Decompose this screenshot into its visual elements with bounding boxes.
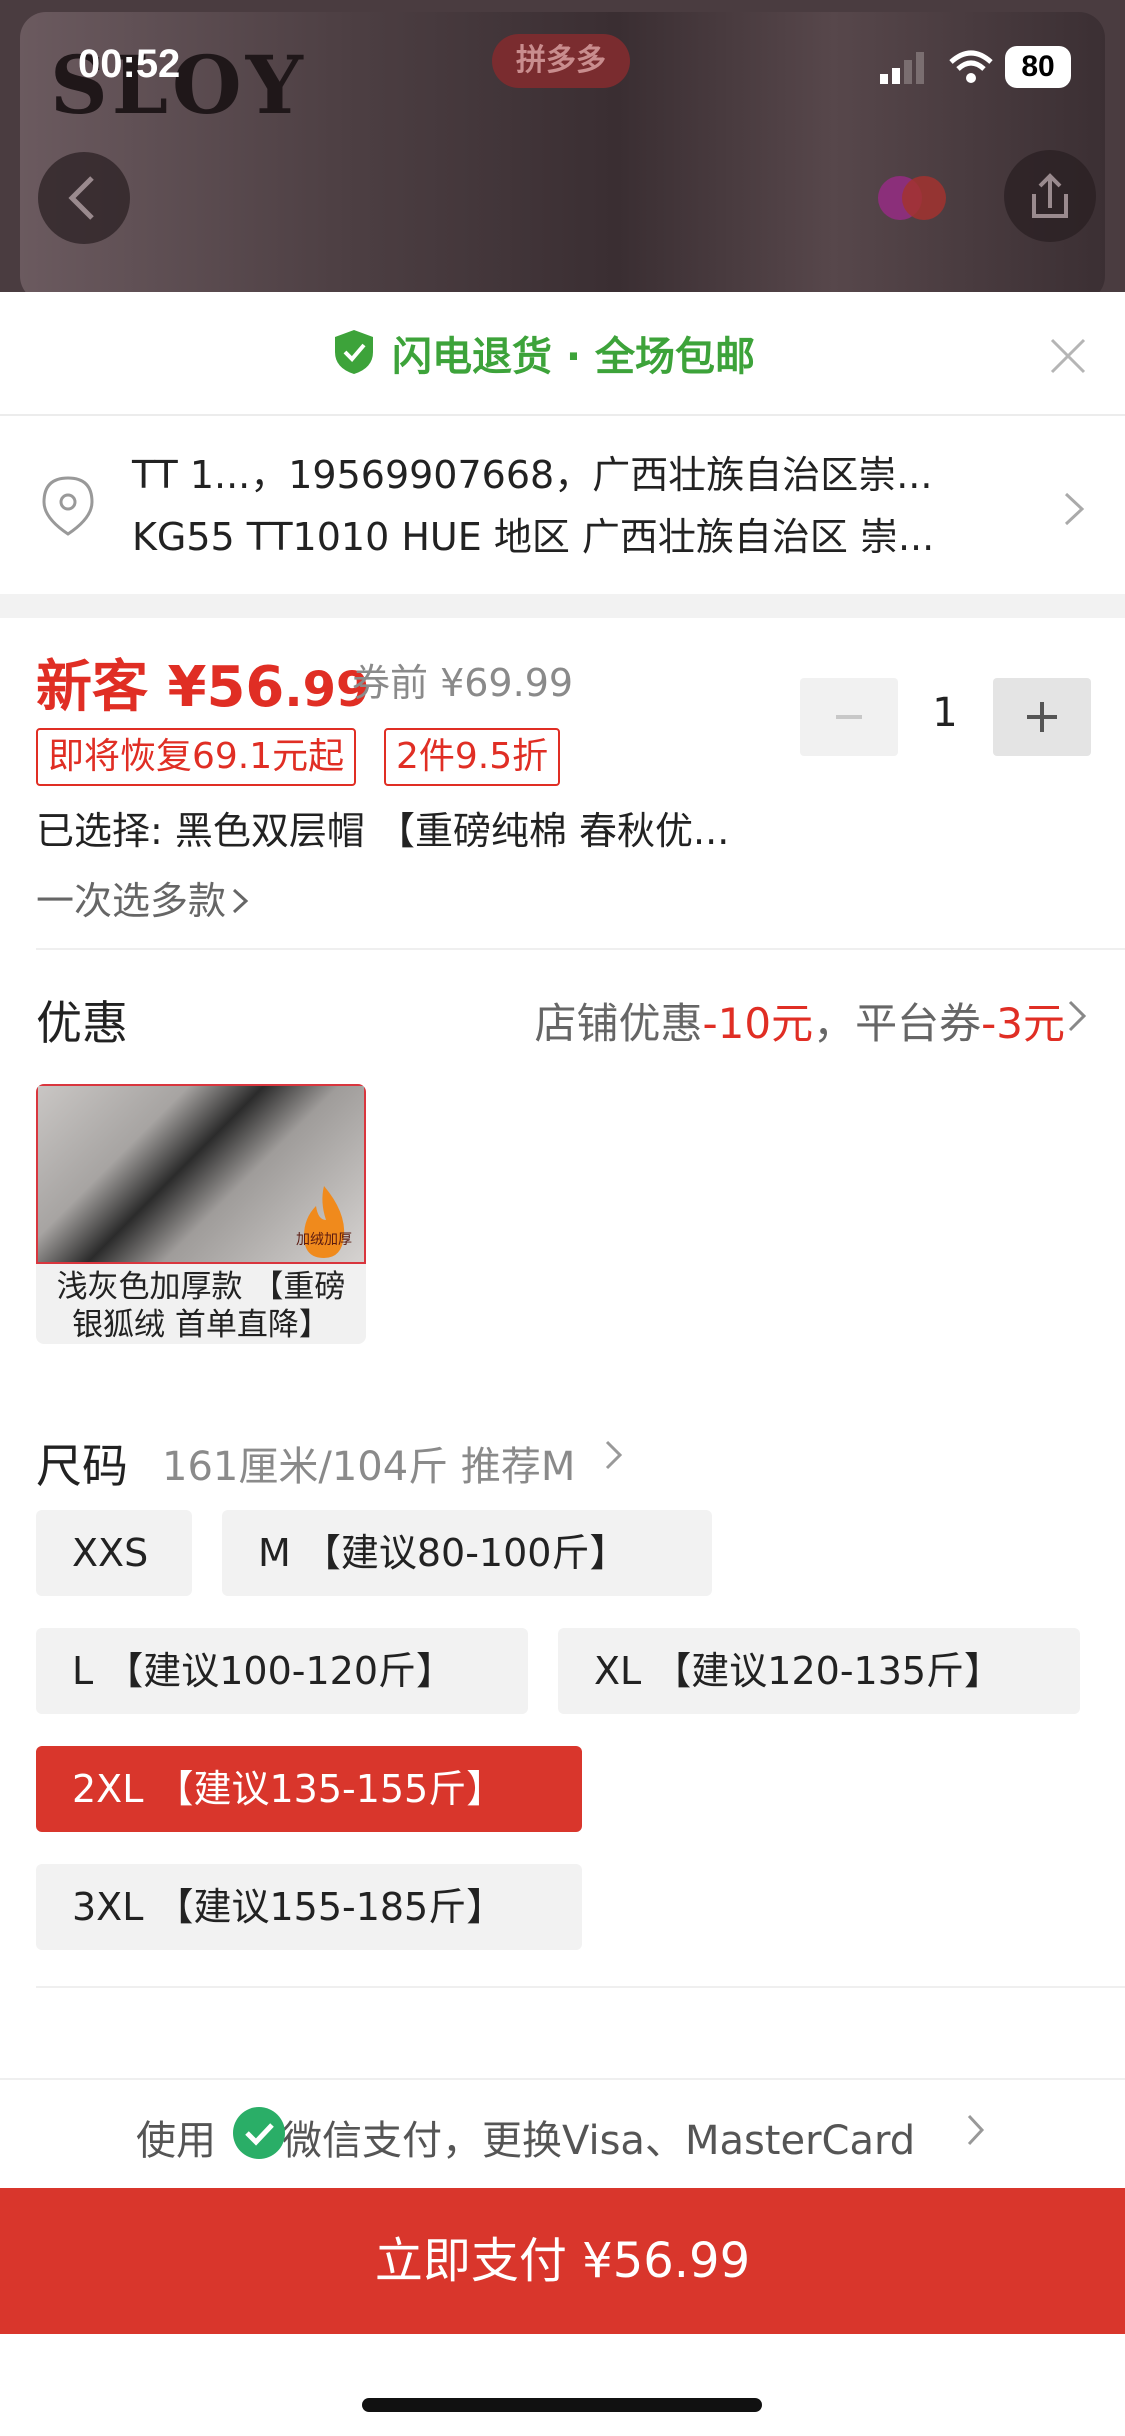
home-indicator <box>362 2398 762 2412</box>
flame-badge-icon: 加绒加厚 <box>296 1186 352 1258</box>
chevron-left-icon <box>68 176 94 220</box>
minus-icon <box>836 715 862 719</box>
variant-caption-line-1: 浅灰色加厚款 【重磅 <box>56 1269 346 1305</box>
service-banner: 闪电退货 · 全场包邮 <box>0 292 1125 416</box>
shield-check-icon <box>335 330 373 374</box>
size-option-3xl[interactable]: 3XL 【建议155-185斤】 <box>36 1864 582 1950</box>
cellular-signal-icon <box>880 52 924 84</box>
price-restore-tag: 即将恢复69.1元起 <box>36 728 357 786</box>
platform-coupon-amount: -3元 <box>981 999 1065 1048</box>
size-label: 尺码 <box>36 1439 128 1493</box>
wifi-icon <box>949 50 993 83</box>
chevron-right-icon <box>1064 492 1085 526</box>
banner-text: 闪电退货 · 全场包邮 <box>392 334 756 380</box>
divider <box>36 1986 1125 1988</box>
multi-select-link[interactable]: 一次选多款 <box>36 870 254 925</box>
chevron-right-icon <box>233 888 249 914</box>
purchase-sheet: 闪电退货 · 全场包邮 TT 1...，19569907668，广西壮族自治区崇… <box>0 292 1125 2436</box>
size-option-m[interactable]: M 【建议80-100斤】 <box>222 1510 712 1596</box>
address-row[interactable]: TT 1...，19569907668，广西壮族自治区崇... KG55 TT1… <box>0 416 1125 598</box>
payment-method-text: 微信支付，更换Visa、MasterCard <box>282 2118 916 2164</box>
promotion-summary[interactable]: 店铺优惠-10元，平台券-3元 <box>534 990 1065 1051</box>
battery-indicator: 80 <box>1005 46 1071 88</box>
divider <box>36 948 1125 950</box>
quantity-increase-button[interactable] <box>993 678 1091 756</box>
share-button[interactable] <box>1004 150 1096 242</box>
plus-icon <box>1027 702 1057 732</box>
divider <box>0 2078 1125 2080</box>
store-discount-text: 店铺优惠 <box>534 999 703 1048</box>
discount-tag: 2件9.5折 <box>384 728 561 786</box>
size-option-l[interactable]: L 【建议100-120斤】 <box>36 1628 528 1714</box>
close-icon[interactable] <box>1046 334 1090 378</box>
location-pin-icon <box>42 476 94 536</box>
status-time: 00:52 <box>78 42 181 86</box>
share-icon <box>1032 173 1068 218</box>
chevron-right-icon[interactable] <box>604 1438 624 1472</box>
chevron-right-icon[interactable] <box>966 2112 986 2148</box>
pay-now-button[interactable]: 立即支付 ¥56.99 <box>0 2188 1125 2334</box>
chevron-right-icon[interactable] <box>1066 998 1088 1034</box>
flame-badge-text: 加绒加厚 <box>296 1232 352 1248</box>
quantity-value[interactable]: 1 <box>900 690 990 736</box>
store-discount-amount: -10元 <box>702 999 814 1048</box>
multi-select-label: 一次选多款 <box>36 879 227 923</box>
size-recommendation[interactable]: 161厘米/104斤 推荐M <box>162 1434 575 1492</box>
quantity-decrease-button[interactable] <box>800 678 898 756</box>
size-option-2xl[interactable]: 2XL 【建议135-155斤】 <box>36 1746 582 1832</box>
section-divider <box>0 594 1125 618</box>
selected-variant-text: 已选择: 黑色双层帽 【重磅纯棉 春秋优... <box>36 809 730 853</box>
platform-coupon-text: ，平台券 <box>813 999 982 1048</box>
size-option-xl[interactable]: XL 【建议120-135斤】 <box>558 1628 1080 1714</box>
original-price: 券前 ¥69.99 <box>352 661 574 705</box>
promotion-label: 优惠 <box>36 996 128 1050</box>
payment-prefix: 使用 <box>136 2118 216 2164</box>
size-option-xxs[interactable]: XXS <box>36 1510 192 1596</box>
new-customer-price: 新客 ¥56.99 <box>36 642 369 723</box>
address-line-2: KG55 TT1010 HUE 地区 广西壮族自治区 崇... <box>132 515 935 559</box>
price-main: 新客 ¥56 <box>36 655 285 720</box>
variant-caption: 浅灰色加厚款 【重磅 银狐绒 首单直降】 <box>36 1268 366 1344</box>
variant-caption-line-2: 银狐绒 首单直降】 <box>72 1307 330 1343</box>
address-line-1: TT 1...，19569907668，广西壮族自治区崇... <box>132 453 933 497</box>
wechat-pay-icon <box>233 2107 285 2159</box>
pinduoduo-badge: 拼多多 <box>492 34 630 88</box>
variant-card[interactable]: 加绒加厚 浅灰色加厚款 【重磅 银狐绒 首单直降】 <box>36 1084 366 1344</box>
back-button[interactable] <box>38 152 130 244</box>
more-options-icon[interactable] <box>870 168 960 228</box>
